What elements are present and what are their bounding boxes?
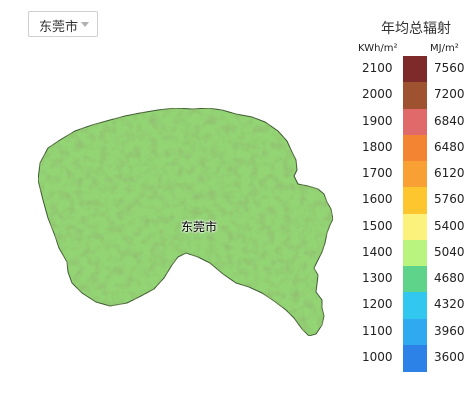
legend-swatch xyxy=(403,134,427,162)
legend-tick-mj: 5040 xyxy=(434,244,465,259)
legend-tick-kwh: 1100 xyxy=(362,323,393,338)
chevron-down-icon xyxy=(81,22,89,27)
legend-swatch xyxy=(403,239,427,267)
legend-swatch xyxy=(403,344,427,372)
legend-title: 年均总辐射 xyxy=(381,21,451,37)
legend-swatch xyxy=(403,161,427,188)
legend-unit-kwh: KWh/m² xyxy=(358,43,398,54)
legend-tick-kwh: 1900 xyxy=(362,113,393,128)
region-name-label: 东莞市 xyxy=(181,220,218,234)
legend-color-bar xyxy=(403,56,427,372)
legend-tick-kwh: 1200 xyxy=(362,297,393,312)
legend-swatch xyxy=(403,266,427,293)
legend-tick-kwh: 1700 xyxy=(362,166,393,181)
legend-tick-mj: 7560 xyxy=(434,61,465,76)
legend-unit-mj: MJ/m² xyxy=(430,43,459,54)
legend-tick-mj: 4680 xyxy=(434,271,465,286)
legend-tick-mj: 6480 xyxy=(434,139,465,154)
dongguan-map[interactable] xyxy=(0,0,468,406)
legend-tick-mj: 3600 xyxy=(434,349,465,364)
legend-swatch xyxy=(403,56,427,83)
city-select[interactable]: 东莞市 xyxy=(28,11,98,37)
legend-tick-kwh: 1400 xyxy=(362,244,393,259)
legend-tick-kwh: 2000 xyxy=(362,87,393,102)
legend-swatch xyxy=(403,318,427,346)
legend-tick-mj: 3960 xyxy=(434,323,465,338)
legend-tick-mj: 5760 xyxy=(434,192,465,207)
legend-tick-mj: 4320 xyxy=(434,297,465,312)
legend-swatch xyxy=(403,82,427,109)
legend-tick-mj: 6120 xyxy=(434,166,465,181)
legend-swatch xyxy=(403,292,427,319)
legend-swatch xyxy=(403,213,427,241)
legend-tick-kwh: 1600 xyxy=(362,192,393,207)
legend-swatch xyxy=(403,187,427,214)
legend-tick-kwh: 2100 xyxy=(362,61,393,76)
legend-tick-mj: 5400 xyxy=(434,218,465,233)
legend-tick-mj: 7200 xyxy=(434,87,465,102)
legend-tick-kwh: 1800 xyxy=(362,139,393,154)
legend-swatch xyxy=(403,108,427,136)
legend-tick-kwh: 1500 xyxy=(362,218,393,233)
city-select-value: 东莞市 xyxy=(39,20,79,35)
legend-tick-kwh: 1000 xyxy=(362,349,393,364)
legend-tick-kwh: 1300 xyxy=(362,271,393,286)
legend-tick-mj: 6840 xyxy=(434,113,465,128)
